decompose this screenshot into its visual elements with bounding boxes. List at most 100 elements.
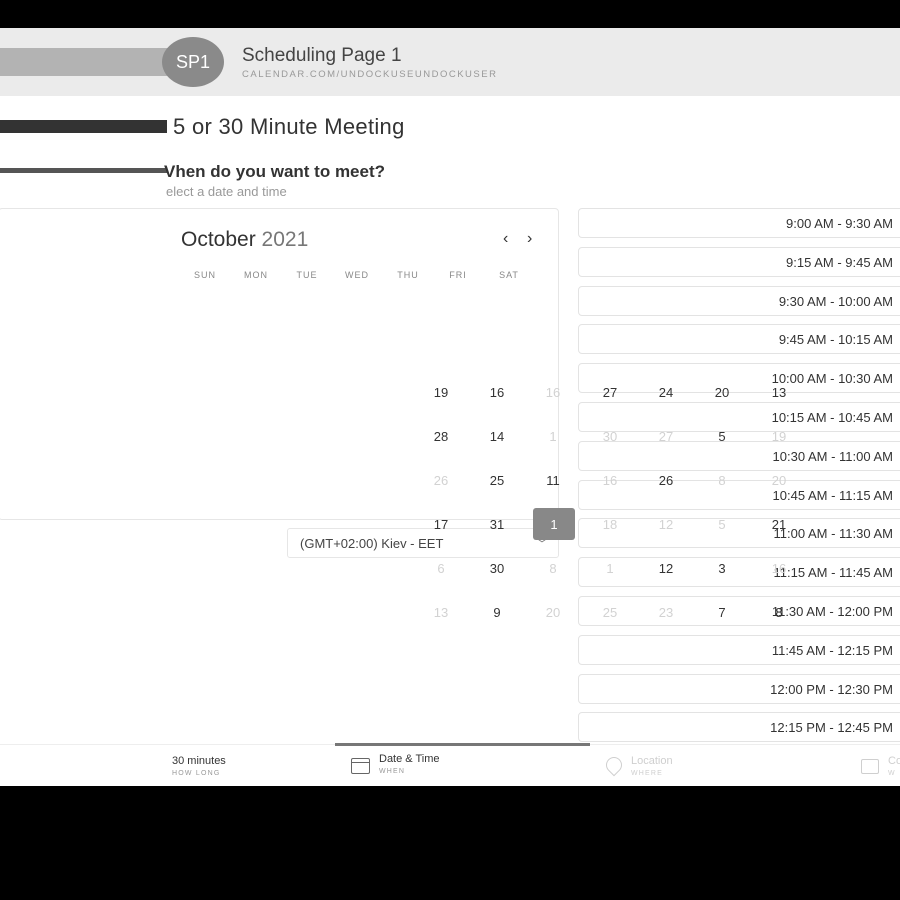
calendar-day: 16 <box>771 561 787 576</box>
time-slot[interactable]: 12:15 PM - 12:45 PM <box>578 712 900 743</box>
step-value: Location <box>631 755 673 767</box>
calendar-day[interactable]: 27 <box>590 385 630 400</box>
prev-month-icon[interactable]: ‹ <box>503 230 508 248</box>
step-label: HOW LONG <box>172 770 221 777</box>
calendar-day: 18 <box>602 517 618 532</box>
calendar-day: 13 <box>433 605 449 620</box>
time-slot-label: 9:30 AM - 10:00 AM <box>778 293 893 309</box>
weekday-label: WED <box>345 270 369 280</box>
calendar-day[interactable]: 31 <box>477 517 517 532</box>
weekday-label: SUN <box>193 270 216 280</box>
time-slot-label: 12:00 PM - 12:30 PM <box>770 681 893 697</box>
calendar-day: 25 <box>602 605 618 620</box>
step-label: WHEN <box>379 768 406 775</box>
year-label: 2021 <box>261 228 309 251</box>
calendar-day[interactable]: 24 <box>646 385 686 400</box>
weekday-label: SAT <box>499 270 519 280</box>
calendar-day: 12 <box>658 517 674 532</box>
selected-day[interactable]: 1 <box>533 508 575 540</box>
location-pin-icon <box>602 753 626 777</box>
calendar-day[interactable]: 11 <box>533 473 573 488</box>
time-slot[interactable]: 9:30 AM - 10:00 AM <box>578 285 900 316</box>
time-slot-label: 9:00 AM - 9:30 AM <box>786 216 893 231</box>
calendar-day: 27 <box>658 429 674 444</box>
time-slot[interactable]: 12:00 PM - 12:30 PM <box>578 673 900 704</box>
step-label: WHERE <box>631 770 664 777</box>
time-slot[interactable]: 9:15 AM - 9:45 AM <box>578 246 900 277</box>
time-slot-label: 9:15 AM - 9:45 AM <box>786 254 893 270</box>
weekday-label: THU <box>397 270 419 280</box>
calendar-day: 8 <box>549 561 557 576</box>
month-label: October <box>181 228 256 251</box>
time-slot-label: 12:15 PM - 12:45 PM <box>770 720 893 736</box>
calendar-day: 16 <box>602 473 618 488</box>
scheduling-page: SP1 Scheduling Page 1 CALENDAR.COM/UNDOC… <box>0 28 900 786</box>
active-step-indicator <box>335 743 590 746</box>
time-slot-label: 10:45 AM - 11:15 AM <box>772 487 893 503</box>
calendar-day[interactable]: 14 <box>477 429 517 444</box>
month-year-label: October 2021 <box>181 228 308 252</box>
time-slot[interactable]: 10:30 AM - 11:00 AM <box>578 440 900 471</box>
avatar[interactable]: SP1 <box>162 37 224 87</box>
time-slot-label: 10:15 AM - 10:45 AM <box>771 410 893 425</box>
time-slot[interactable]: 11:45 AM - 12:15 PM <box>578 634 900 665</box>
time-slot[interactable]: 10:15 AM - 10:45 AM <box>578 402 900 432</box>
calendar-day[interactable]: 3 <box>702 561 742 576</box>
calendar-day: 8 <box>718 473 726 488</box>
document-icon <box>861 759 879 774</box>
calendar-day: 20 <box>771 473 787 488</box>
meeting-subtext: elect a date and time <box>166 184 287 199</box>
question-decor-bar <box>0 168 167 173</box>
time-slot-label: 11:45 AM - 12:15 PM <box>771 642 893 658</box>
calendar-day: 30 <box>602 429 618 444</box>
calendar-day[interactable]: 21 <box>759 517 799 532</box>
time-slot-label: 9:45 AM - 10:15 AM <box>778 332 893 348</box>
weekday-label: TUE <box>296 270 318 280</box>
weekday-label: FRI <box>449 270 467 280</box>
meeting-question: Vhen do you want to meet? <box>164 162 386 181</box>
calendar-icon <box>351 758 370 774</box>
calendar-day[interactable]: 17 <box>421 517 461 532</box>
calendar-day: 20 <box>545 605 561 620</box>
calendar-day[interactable]: 20 <box>702 385 742 400</box>
calendar-day: 16 <box>545 385 561 400</box>
event-title: 5 or 30 Minute Meeting <box>173 114 405 139</box>
step-bar: 30 minutes HOW LONG Date & Time WHEN Loc… <box>0 743 900 786</box>
page-name: Scheduling Page 1 <box>242 45 402 66</box>
time-slot[interactable]: 9:00 AM - 9:30 AM <box>578 208 900 238</box>
time-slot[interactable]: 9:45 AM - 10:15 AM <box>578 324 900 355</box>
calendar-day: 5 <box>718 517 726 532</box>
timezone-select[interactable]: (GMT+02:00) Kiev - EET ﹀ <box>287 528 559 558</box>
calendar-day: 1 <box>606 561 614 576</box>
calendar-day[interactable]: 9 <box>477 605 517 620</box>
calendar-panel <box>0 208 559 520</box>
page-header: SP1 Scheduling Page 1 CALENDAR.COM/UNDOC… <box>0 28 900 96</box>
step-value: Date & Time <box>379 753 440 765</box>
calendar-day[interactable]: 19 <box>421 385 461 400</box>
calendar-day[interactable]: 30 <box>477 561 517 576</box>
calendar-day[interactable]: 28 <box>421 429 461 444</box>
step-label: W <box>888 770 896 777</box>
page-url[interactable]: CALENDAR.COM/UNDOCKUSEUNDOCKUSER <box>242 69 497 80</box>
timezone-label: (GMT+02:00) Kiev - EET <box>300 536 444 551</box>
calendar-day[interactable]: 12 <box>646 561 686 576</box>
calendar-day: 19 <box>771 429 787 444</box>
calendar-day: 23 <box>658 605 674 620</box>
calendar-day: 26 <box>433 473 449 488</box>
title-decor-bar <box>0 120 167 133</box>
calendar-day[interactable]: 26 <box>646 473 686 488</box>
calendar-day[interactable]: 13 <box>759 385 799 400</box>
calendar-day[interactable]: 16 <box>477 385 517 400</box>
calendar-day[interactable]: 5 <box>702 429 742 444</box>
calendar-day[interactable]: 7 <box>702 605 742 620</box>
time-slot-label: 10:00 AM - 10:30 AM <box>771 371 893 387</box>
calendar-day[interactable]: 25 <box>477 473 517 488</box>
next-month-icon[interactable]: › <box>527 230 532 248</box>
step-value: 30 minutes <box>172 755 226 767</box>
calendar-day[interactable]: 8 <box>759 605 799 620</box>
step-value: Co <box>888 755 900 767</box>
weekday-label: MON <box>244 270 268 280</box>
calendar-day: 6 <box>437 561 445 576</box>
time-slot-label: 10:30 AM - 11:00 AM <box>772 448 893 464</box>
calendar-day: 1 <box>549 429 557 444</box>
